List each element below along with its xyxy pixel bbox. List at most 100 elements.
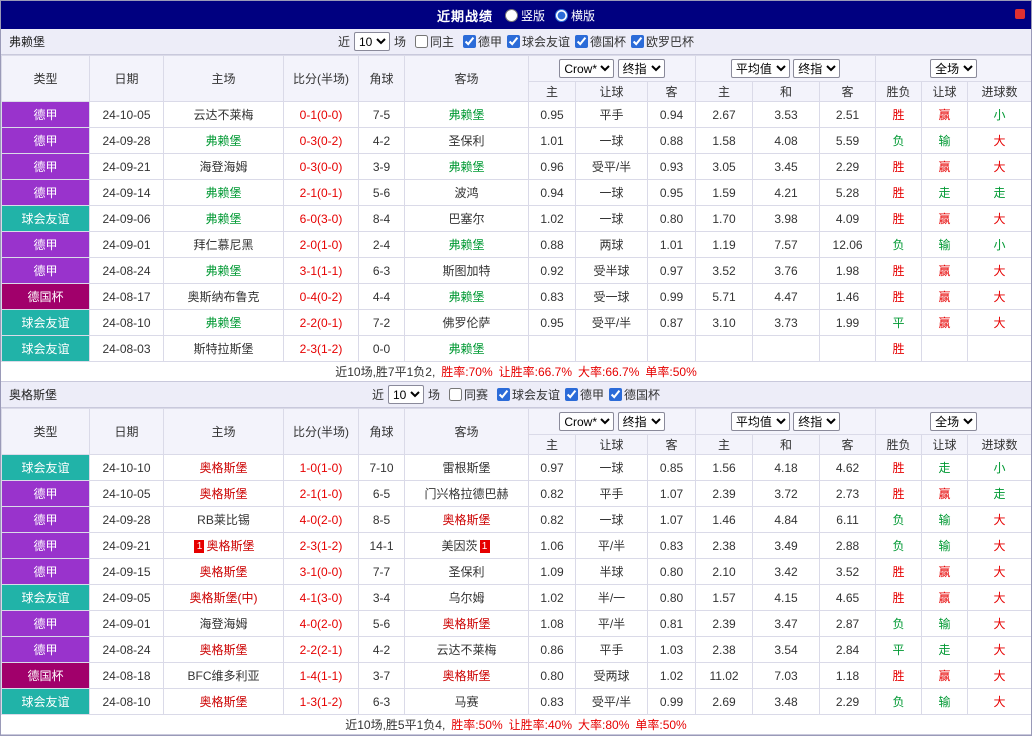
layout-radio-vertical[interactable]: 竖版	[504, 7, 545, 24]
league-filter[interactable]: 欧罗巴杯	[631, 33, 694, 50]
home-team-cell[interactable]: 斯特拉斯堡	[163, 335, 284, 362]
away-team-cell[interactable]: 雷根斯堡	[404, 454, 529, 481]
europe-time-select[interactable]: 终指	[793, 59, 841, 78]
away-team-cell[interactable]: 弗赖堡	[404, 335, 529, 362]
odds-time-select[interactable]: 终指	[617, 412, 665, 431]
same-filter[interactable]: 同赛	[448, 386, 488, 403]
league-filter[interactable]: 球会友谊	[497, 386, 560, 403]
away-team-cell[interactable]: 弗赖堡	[404, 153, 529, 180]
away-team-cell[interactable]: 佛罗伦萨	[404, 309, 529, 336]
home-team-cell[interactable]: 弗赖堡	[163, 127, 284, 154]
away-team-cell[interactable]: 奥格斯堡	[404, 506, 529, 533]
odds-time-select[interactable]: 终指	[617, 59, 665, 78]
league-checkbox[interactable]	[462, 34, 476, 48]
away-team-cell[interactable]: 弗赖堡	[404, 283, 529, 310]
league-checkbox[interactable]	[507, 34, 520, 48]
league-filter[interactable]: 德甲	[565, 386, 604, 403]
handicap-odds-home-cell: 1.09	[528, 558, 576, 585]
home-team-cell[interactable]: 奥格斯堡(中)	[163, 584, 284, 611]
europe-company-select[interactable]: 平均值	[730, 412, 790, 431]
result-outcome-cell: 胜	[875, 283, 923, 310]
league-filter[interactable]: 德国杯	[575, 33, 626, 50]
away-team-cell[interactable]: 弗赖堡	[404, 231, 529, 258]
home-team-cell[interactable]: 奥斯纳布鲁克	[163, 283, 284, 310]
away-team-cell[interactable]: 马赛	[404, 688, 529, 715]
handicap-odds-home-cell: 0.95	[528, 309, 576, 336]
match-score-cell: 4-0(2-0)	[283, 506, 359, 533]
handicap-odds-line-cell: 两球	[575, 231, 648, 258]
home-team-cell[interactable]: 奥格斯堡	[163, 480, 284, 507]
match-date-cell: 24-08-24	[89, 636, 164, 663]
odds-company-select[interactable]: Crow*	[559, 412, 615, 431]
away-team-cell[interactable]: 波鸿	[404, 179, 529, 206]
league-checkbox[interactable]	[631, 34, 645, 48]
match-score-cell: 4-0(2-0)	[283, 610, 359, 637]
away-team-cell[interactable]: 弗赖堡	[404, 101, 529, 128]
europe-odds-home-cell: 1.56	[695, 454, 754, 481]
away-team-cell[interactable]: 乌尔姆	[404, 584, 529, 611]
away-team-cell[interactable]: 美因茨 1	[404, 532, 529, 559]
home-team-cell[interactable]: 海登海姆	[163, 153, 284, 180]
layout-radio-input[interactable]	[504, 8, 518, 22]
league-filter[interactable]: 德国杯	[609, 386, 660, 403]
handicap-odds-line-cell: 受平/半	[575, 309, 648, 336]
europe-odds-draw-cell: 3.98	[752, 205, 821, 232]
home-team-cell[interactable]: 云达不莱梅	[163, 101, 284, 128]
layout-radio-horizontal[interactable]: 横版	[555, 7, 595, 24]
europe-odds-home-cell: 1.46	[695, 506, 754, 533]
team-name-text: 奥格斯堡(中)	[189, 591, 258, 605]
away-team-cell[interactable]: 圣保利	[404, 127, 529, 154]
away-team-cell[interactable]: 门兴格拉德巴赫	[404, 480, 529, 507]
league-checkbox[interactable]	[609, 387, 623, 401]
match-corners-cell: 5-6	[358, 610, 405, 637]
away-team-cell[interactable]: 斯图加特	[404, 257, 529, 284]
home-team-cell[interactable]: 弗赖堡	[163, 205, 284, 232]
away-team-cell[interactable]: 奥格斯堡	[404, 662, 529, 689]
result-scope-select[interactable]: 全场	[930, 412, 978, 431]
away-team-cell[interactable]: 奥格斯堡	[404, 610, 529, 637]
match-count-select[interactable]: 10	[387, 385, 424, 404]
team-name-text: 弗赖堡	[448, 160, 485, 174]
filter-bar: 近 10 场 同主 德甲 球会友谊 德国杯 欧罗巴杯	[338, 32, 694, 51]
match-type-cell: 德甲	[1, 558, 90, 585]
home-team-cell[interactable]: 奥格斯堡	[163, 688, 284, 715]
away-team-cell[interactable]: 巴塞尔	[404, 205, 529, 232]
league-checkbox[interactable]	[565, 387, 579, 401]
handicap-odds-home-cell: 0.82	[528, 506, 576, 533]
same-checkbox[interactable]	[448, 388, 462, 401]
away-team-cell[interactable]: 云达不莱梅	[404, 636, 529, 663]
home-team-cell[interactable]: BFC维多利亚	[163, 662, 284, 689]
result-outcome-cell: 胜	[875, 480, 923, 507]
home-team-cell[interactable]: 1 奥格斯堡	[163, 532, 284, 559]
league-filter[interactable]: 德甲	[462, 33, 502, 50]
handicap-odds-line-cell: 一球	[575, 127, 648, 154]
odds2-draw-header: 和	[752, 434, 821, 455]
topbar-corner-icon[interactable]	[1015, 9, 1025, 19]
home-team-cell[interactable]: 奥格斯堡	[163, 558, 284, 585]
europe-odds-home-cell: 1.70	[695, 205, 754, 232]
odds-company-select[interactable]: Crow*	[559, 59, 615, 78]
home-team-cell[interactable]: 奥格斯堡	[163, 454, 284, 481]
europe-company-select[interactable]: 平均值	[730, 59, 790, 78]
match-count-select[interactable]: 10	[353, 32, 390, 51]
home-team-cell[interactable]: 弗赖堡	[163, 309, 284, 336]
league-checkbox[interactable]	[575, 34, 589, 48]
home-team-cell[interactable]: 弗赖堡	[163, 179, 284, 206]
team-name-text: 奥格斯堡	[442, 669, 491, 683]
home-team-cell[interactable]: 奥格斯堡	[163, 636, 284, 663]
europe-time-select[interactable]: 终指	[793, 412, 841, 431]
layout-radio-input[interactable]	[555, 8, 568, 22]
europe-odds-away-cell: 2.88	[819, 532, 877, 559]
home-team-cell[interactable]: 拜仁慕尼黑	[163, 231, 284, 258]
result-scope-select[interactable]: 全场	[930, 59, 978, 78]
home-team-cell[interactable]: 弗赖堡	[163, 257, 284, 284]
result-outcome-cell: 胜	[875, 584, 923, 611]
league-checkbox[interactable]	[497, 387, 510, 401]
home-team-cell[interactable]: 海登海姆	[163, 610, 284, 637]
league-filter[interactable]: 球会友谊	[507, 33, 570, 50]
same-checkbox[interactable]	[414, 35, 428, 48]
away-team-cell[interactable]: 圣保利	[404, 558, 529, 585]
handicap-odds-away-cell: 0.80	[646, 558, 697, 585]
same-filter[interactable]: 同主	[414, 33, 454, 50]
home-team-cell[interactable]: RB莱比锡	[163, 506, 284, 533]
